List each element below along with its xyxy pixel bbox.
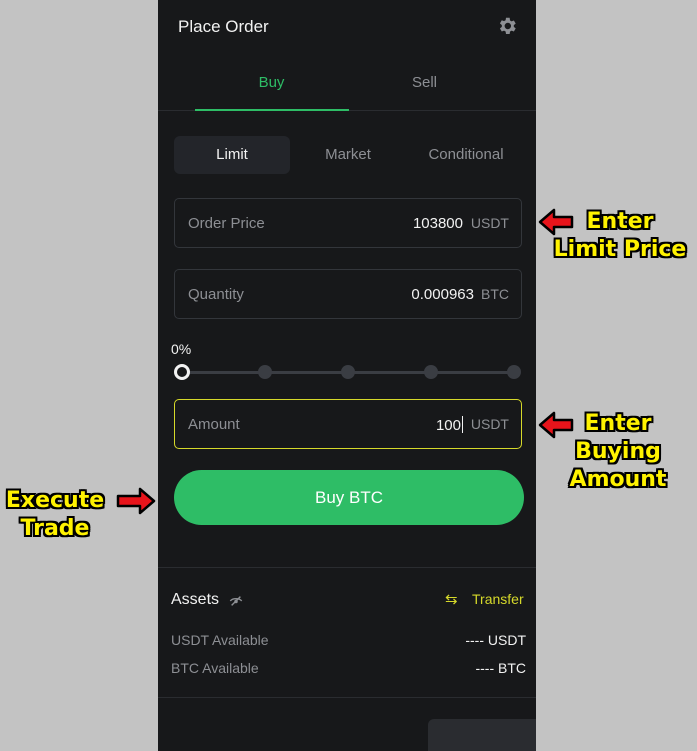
- transfer-link[interactable]: Transfer: [472, 591, 524, 607]
- order-price-unit: USDT: [470, 215, 509, 231]
- annotation-line: Execute: [5, 488, 105, 513]
- quantity-field[interactable]: Quantity 0.000963 BTC: [174, 269, 522, 319]
- annotation-line: Enter: [584, 411, 652, 436]
- tab-sell[interactable]: Sell: [348, 74, 501, 91]
- annotation-line: Buying: [575, 439, 661, 464]
- arrow-right-icon: [116, 487, 156, 515]
- gear-icon[interactable]: [496, 15, 518, 37]
- quantity-unit: BTC: [481, 286, 509, 302]
- swap-arrows-icon[interactable]: ⇆: [445, 590, 458, 608]
- annotation-line: Limit Price: [553, 237, 687, 262]
- eye-off-icon[interactable]: [229, 594, 243, 608]
- amount-label: Amount: [188, 416, 240, 433]
- annotation-line: Trade: [20, 516, 90, 541]
- btc-available-value: ---- BTC: [475, 660, 526, 676]
- place-order-panel: Place Order Buy Sell Limit Market Condit…: [158, 0, 536, 751]
- percent-slider-handle[interactable]: [174, 364, 190, 380]
- quantity-label: Quantity: [188, 286, 244, 303]
- amount-unit: USDT: [470, 416, 509, 432]
- amount-field[interactable]: Amount 100 USDT: [174, 399, 522, 449]
- amount-value-wrap[interactable]: 100: [436, 416, 463, 434]
- slider-stop[interactable]: [258, 365, 272, 379]
- slider-stop[interactable]: [507, 365, 521, 379]
- order-type-limit[interactable]: Limit: [174, 136, 290, 174]
- text-caret: [462, 416, 463, 433]
- order-type-market[interactable]: Market: [290, 136, 406, 174]
- tab-active-indicator: [195, 109, 349, 111]
- bottom-divider: [158, 697, 536, 698]
- amount-value[interactable]: 100: [436, 417, 461, 434]
- usdt-available-value: ---- USDT: [465, 632, 526, 648]
- annotation-limit-price: Enter Limit Price: [540, 208, 697, 264]
- order-price-field[interactable]: Order Price 103800 USDT: [174, 198, 522, 248]
- bottom-partial-element: [428, 719, 536, 751]
- order-type-conditional[interactable]: Conditional: [408, 136, 524, 174]
- quantity-value[interactable]: 0.000963: [411, 286, 474, 303]
- slider-stop[interactable]: [341, 365, 355, 379]
- annotation-execute-trade: Execute Trade: [0, 487, 114, 543]
- slider-percent-label: 0%: [171, 341, 192, 357]
- annotation-line: Amount: [569, 467, 667, 492]
- assets-divider: [158, 567, 536, 568]
- order-price-value[interactable]: 103800: [413, 215, 463, 232]
- annotation-buying-amount: Enter Buying Amount: [554, 410, 682, 494]
- panel-title: Place Order: [178, 17, 269, 36]
- tab-buy[interactable]: Buy: [195, 74, 348, 91]
- usdt-available-label: USDT Available: [171, 632, 269, 648]
- slider-stop[interactable]: [424, 365, 438, 379]
- assets-title: Assets: [171, 591, 220, 608]
- annotation-line: Enter: [586, 209, 654, 234]
- order-price-label: Order Price: [188, 215, 265, 232]
- btc-available-label: BTC Available: [171, 660, 259, 676]
- buy-btc-button[interactable]: Buy BTC: [174, 470, 524, 525]
